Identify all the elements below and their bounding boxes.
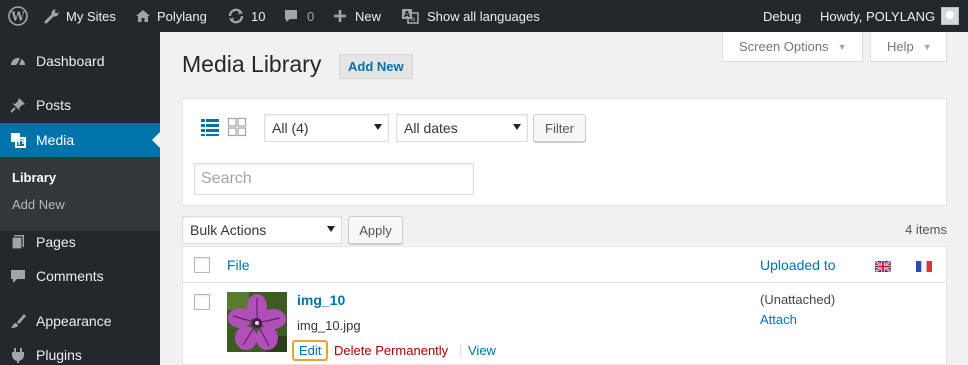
uploaded-to-status: (Unattached) [760,292,836,307]
apply-button[interactable]: Apply [348,216,403,244]
my-sites-menu[interactable]: My Sites [44,0,116,32]
brush-icon [0,312,36,330]
sidebar-item-plugins[interactable]: Plugins [0,338,160,365]
uk-flag-icon [874,260,892,273]
wordpress-icon: W [8,6,28,26]
chevron-down-icon [327,226,335,232]
search-input[interactable]: Search [194,163,474,195]
triangle-down-icon: ▼ [837,41,847,52]
comment-icon [0,267,36,285]
pages-icon [0,233,36,251]
media-list-table: File Uploaded to img_10 img_10.jpg Edit … [182,246,947,365]
sidebar-item-label: Posts [36,97,72,113]
column-file[interactable]: File [227,257,250,273]
table-header: File Uploaded to [183,247,946,283]
sidebar-item-media[interactable]: Media [0,123,160,157]
refresh-icon [227,8,245,24]
site-name-menu[interactable]: Polylang [135,0,207,32]
triangle-down-icon: ▼ [922,41,932,52]
screen-options-label: Screen Options [739,39,829,54]
media-filename: img_10.jpg [297,318,361,333]
screen-options-tab[interactable]: Screen Options ▼ [722,32,863,62]
home-icon [135,8,151,24]
sidebar-item-label: Plugins [36,347,82,363]
chevron-down-icon [513,124,521,130]
svg-text:W: W [10,10,25,24]
new-content-menu[interactable]: New [333,0,381,32]
submenu-item-library[interactable]: Library [12,170,56,185]
row-checkbox[interactable] [194,294,210,310]
media-filter-toolbar: All (4) All dates Filter Search [182,98,947,206]
page-title: Media Library [182,51,322,77]
sidebar-item-posts[interactable]: Posts [0,88,160,122]
select-all-checkbox[interactable] [194,257,210,273]
bulk-actions-value: Bulk Actions [190,222,267,238]
sidebar-item-label: Pages [36,234,76,250]
grid-view-icon[interactable] [227,117,247,137]
add-new-button[interactable]: Add New [339,54,413,79]
sidebar-item-appearance[interactable]: Appearance [0,304,160,338]
comments-count: 0 [307,8,315,24]
dashboard-icon [0,52,36,70]
site-name-label: Polylang [157,8,207,24]
new-label: New [355,8,382,24]
chevron-down-icon [374,124,382,130]
svg-text:A: A [404,10,411,19]
plus-icon [333,9,347,23]
media-submenu: Library Add New [0,157,160,231]
avatar [941,7,960,25]
sidebar-item-label: Dashboard [36,53,105,69]
sidebar-item-comments[interactable]: Comments [0,259,160,293]
items-count: 4 items [905,222,947,237]
media-thumbnail[interactable] [227,292,287,352]
account-menu[interactable]: Howdy, POLYLANG [820,0,960,32]
sidebar-item-dashboard[interactable]: Dashboard [0,44,160,78]
admin-bar: W My Sites Polylang 10 0 New Aa Show all… [0,0,968,32]
languages-label: Show all languages [427,8,540,24]
sidebar-item-pages[interactable]: Pages [0,225,160,259]
edit-link[interactable]: Edit [292,340,329,361]
svg-text:a: a [411,15,415,23]
attach-link[interactable]: Attach [760,312,797,327]
media-icon [0,131,36,149]
admin-sidebar: Dashboard Posts Media Library Add New Pa… [0,32,160,365]
pin-icon [0,96,36,114]
wrench-icon [44,8,60,24]
media-title-link[interactable]: img_10 [297,292,345,308]
france-flag-icon [916,260,932,272]
updates-button[interactable]: 10 [227,0,265,32]
submenu-item-add-new[interactable]: Add New [12,197,65,212]
debug-menu[interactable]: Debug [763,0,801,32]
delete-permanently-link[interactable]: Delete Permanently [334,343,448,358]
date-filter-select[interactable]: All dates [396,114,528,142]
column-uploaded-to[interactable]: Uploaded to [760,257,836,273]
help-tab[interactable]: Help ▼ [870,32,947,62]
my-sites-label: My Sites [66,8,116,24]
list-view-icon[interactable] [200,117,220,137]
sidebar-item-label: Appearance [36,313,112,329]
view-link[interactable]: View [468,343,496,358]
comments-button[interactable]: 0 [283,0,314,32]
bulk-actions-select[interactable]: Bulk Actions [182,216,342,244]
debug-label: Debug [763,8,802,24]
media-type-select[interactable]: All (4) [264,114,389,142]
filter-button[interactable]: Filter [533,114,586,142]
plugin-icon [0,346,36,364]
media-type-value: All (4) [272,120,309,136]
help-label: Help [887,39,914,54]
updates-count: 10 [251,8,266,24]
language-filter-menu[interactable]: Aa Show all languages [401,0,540,32]
translation-icon: Aa [401,8,419,24]
howdy-label: Howdy, POLYLANG [820,8,936,24]
sidebar-item-label: Comments [36,268,104,284]
action-separator: | [459,343,463,358]
comment-bubble-icon [283,8,299,24]
sidebar-item-label: Media [36,132,75,148]
date-filter-value: All dates [404,120,458,136]
wordpress-logo-button[interactable]: W [8,0,28,32]
